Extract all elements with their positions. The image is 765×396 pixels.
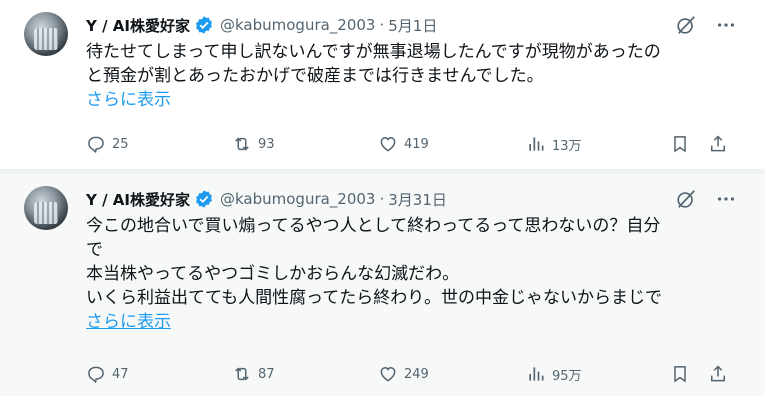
avatar[interactable] xyxy=(24,186,68,230)
tweet-text: 待たせてしまって申し訳ないんですが無事退場したんですが現物があったの と預金が割… xyxy=(86,42,661,86)
avatar[interactable] xyxy=(24,12,68,56)
reply-button[interactable]: 25 xyxy=(86,134,129,154)
grok-icon[interactable] xyxy=(675,188,697,210)
more-options-icon[interactable] xyxy=(715,14,737,36)
tweet-top-actions xyxy=(675,188,737,210)
display-name[interactable]: Y / AI株愛好家 xyxy=(86,15,190,36)
tweet-date[interactable]: 5月1日 xyxy=(388,15,437,36)
view-count: 95万 xyxy=(552,368,582,384)
tweet-header: Y / AI株愛好家 @kabumogura_2003 · 3月31日 xyxy=(86,188,447,210)
tweet-actions: 47 87 249 95万 xyxy=(86,364,736,388)
like-button[interactable]: 419 xyxy=(378,134,429,154)
heart-icon xyxy=(380,366,396,382)
tweet-date[interactable]: 3月31日 xyxy=(388,189,447,210)
bookmark-icon xyxy=(674,366,686,383)
retweet-button[interactable]: 93 xyxy=(232,134,275,154)
like-button[interactable]: 249 xyxy=(378,364,429,384)
share-icon xyxy=(711,135,725,152)
retweet-button[interactable]: 87 xyxy=(232,364,275,384)
verified-badge-icon xyxy=(196,16,212,34)
views-button[interactable]: 95万 xyxy=(526,364,582,384)
heart-icon xyxy=(380,136,396,152)
bookmark-icon xyxy=(674,136,686,153)
more-options-icon[interactable] xyxy=(715,188,737,210)
retweet-count: 87 xyxy=(258,366,275,382)
reply-icon xyxy=(88,136,104,154)
bookmark-button[interactable] xyxy=(670,364,690,384)
reply-button[interactable]: 47 xyxy=(86,364,129,384)
retweet-icon xyxy=(235,137,249,151)
like-count: 419 xyxy=(404,136,429,152)
reply-icon xyxy=(88,366,104,384)
share-button[interactable] xyxy=(708,364,728,384)
separator-dot: · xyxy=(379,190,385,208)
like-count: 249 xyxy=(404,366,429,382)
show-more-link[interactable]: さらに表示 xyxy=(86,310,171,334)
views-button[interactable]: 13万 xyxy=(526,134,582,154)
user-handle[interactable]: @kabumogura_2003 xyxy=(220,16,376,34)
reply-count: 47 xyxy=(112,366,129,382)
retweet-icon xyxy=(235,367,249,381)
tweet-top-actions xyxy=(675,14,737,36)
view-count: 13万 xyxy=(552,138,582,154)
grok-icon[interactable] xyxy=(675,14,697,36)
verified-badge-icon xyxy=(196,190,212,208)
tweet-text: 今この地合いで買い煽ってるやつ人として終わってるって思わないの？自分 で 本当株… xyxy=(86,216,662,308)
display-name[interactable]: Y / AI株愛好家 xyxy=(86,189,190,210)
tweet-body[interactable]: 今この地合いで買い煽ってるやつ人として終わってるって思わないの？自分 で 本当株… xyxy=(86,214,746,334)
reply-count: 25 xyxy=(112,136,129,152)
tweet-actions: 25 93 419 13万 xyxy=(86,134,736,158)
share-icon xyxy=(711,365,725,382)
views-chart-icon xyxy=(529,137,544,151)
tweet-header: Y / AI株愛好家 @kabumogura_2003 · 5月1日 xyxy=(86,14,437,36)
separator-dot: · xyxy=(379,16,385,34)
tweet-2[interactable]: Y / AI株愛好家 @kabumogura_2003 · 3月31日 今この地… xyxy=(0,174,765,396)
tweet-1[interactable]: Y / AI株愛好家 @kabumogura_2003 · 5月1日 待たせてし… xyxy=(0,0,765,170)
share-button[interactable] xyxy=(708,134,728,154)
retweet-count: 93 xyxy=(258,136,275,152)
user-handle[interactable]: @kabumogura_2003 xyxy=(220,190,376,208)
tweet-body[interactable]: 待たせてしまって申し訳ないんですが無事退場したんですが現物があったの と預金が割… xyxy=(86,40,746,112)
views-chart-icon xyxy=(529,367,544,381)
show-more-link[interactable]: さらに表示 xyxy=(86,88,171,112)
bookmark-button[interactable] xyxy=(670,134,690,154)
